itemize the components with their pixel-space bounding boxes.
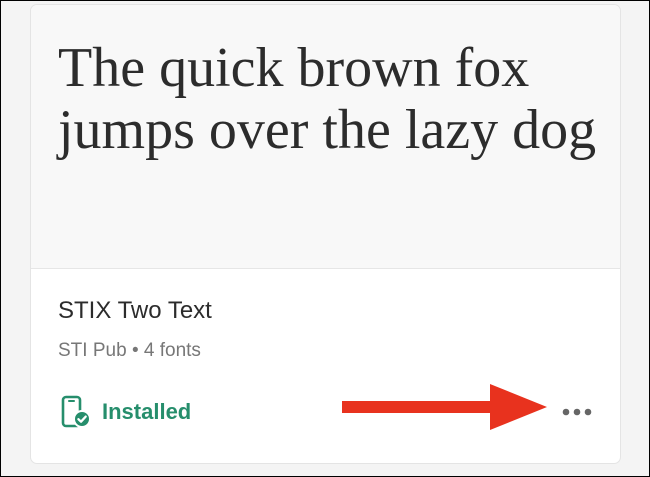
font-family-meta: STI Pub • 4 fonts — [58, 340, 201, 362]
red-arrow-icon — [342, 384, 547, 430]
installed-status-label: Installed — [102, 399, 192, 424]
font-preview-text: The quick brown fox jumps over the lazy … — [58, 37, 597, 161]
page-background: The quick brown fox jumps over the lazy … — [1, 1, 649, 476]
more-dots-icon — [562, 408, 592, 416]
more-options-button[interactable] — [557, 397, 597, 427]
foundry-name: STI Pub — [58, 340, 127, 361]
installed-status: Installed — [58, 394, 191, 430]
font-family-name[interactable]: STIX Two Text — [58, 297, 212, 325]
font-count: 4 fonts — [143, 340, 201, 361]
meta-separator: • — [131, 340, 139, 361]
font-preview-area: The quick brown fox jumps over the lazy … — [31, 5, 620, 269]
device-installed-icon — [61, 395, 91, 428]
